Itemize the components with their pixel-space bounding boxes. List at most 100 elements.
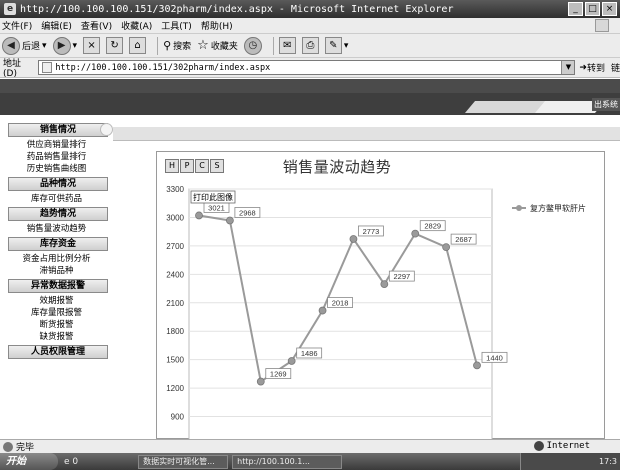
menu-bar: 文件(F) 编辑(E) 查看(V) 收藏(A) 工具(T) 帮助(H) [0, 18, 620, 34]
chevron-down-icon[interactable]: ▼ [561, 61, 575, 74]
sidebar-item-stock-limit-alarm[interactable]: 库存量限报警 [0, 307, 113, 319]
address-label: 地址(D) [3, 59, 22, 79]
data-label: 2687 [455, 235, 472, 244]
menu-tools[interactable]: 工具(T) [161, 19, 192, 32]
data-point [225, 216, 234, 225]
search-button[interactable]: ⚲ 搜索 [163, 39, 191, 52]
sidebar-item-history-curve[interactable]: 历史销售曲线图 [0, 163, 113, 175]
content-tab-strip [113, 127, 620, 141]
y-tick-label: 3000 [166, 213, 184, 222]
page-header-banner: 出系统 [0, 79, 620, 115]
ie-logo-icon: e [4, 3, 16, 15]
home-button[interactable]: ⌂ [129, 37, 147, 54]
star-icon: ☆ [197, 38, 209, 53]
history-icon: ◷ [243, 36, 262, 55]
start-button[interactable]: 开始 [0, 453, 58, 470]
browser-toolbar: ◀ 后退 ▾ ▶ ▾ × ↻ ⌂ ⚲ 搜索 ☆ 收藏夹 ◷ ✉ ⎙ ✎ ▾ [0, 34, 620, 58]
chevron-down-icon: ▾ [72, 40, 78, 51]
menu-file[interactable]: 文件(F) [2, 19, 32, 32]
sidebar-item-stock-available[interactable]: 库存可供药品 [0, 193, 113, 205]
data-label: 2968 [239, 208, 256, 217]
chevron-down-icon: ▾ [42, 40, 47, 51]
back-button[interactable]: ◀ 后退 ▾ [2, 36, 47, 55]
go-button[interactable]: ➜ 转到 链 [579, 61, 620, 75]
go-arrow-icon: ➜ [579, 62, 587, 73]
section-alarms[interactable]: 异常数据报警 [8, 279, 108, 293]
search-label: 搜索 [173, 42, 192, 52]
favorites-label: 收藏夹 [210, 42, 238, 52]
maximize-button[interactable]: □ [585, 2, 600, 16]
print-icon[interactable]: P [180, 159, 194, 173]
taskbar: 开始 e 0 数据实时可视化管... http://100.100.1... 1… [0, 453, 620, 470]
menu-edit[interactable]: 编辑(E) [41, 19, 72, 32]
sidebar-item-sales-trend[interactable]: 销售量波动趋势 [0, 223, 113, 235]
save-icon[interactable]: H [165, 159, 179, 173]
status-bar: 完毕 Internet [0, 439, 620, 453]
menu-favorites[interactable]: 收藏(A) [121, 19, 152, 32]
chart-toolbar: H P C S [165, 159, 224, 173]
settings-icon[interactable]: S [210, 159, 224, 173]
data-label: 2018 [332, 299, 349, 308]
refresh-button[interactable]: ↻ [106, 37, 124, 54]
data-point [473, 361, 481, 370]
main-content: 3300300027002400210018001500120090060030… [113, 121, 620, 440]
header-band [0, 79, 620, 93]
copy-icon[interactable]: C [195, 159, 209, 173]
zone-label: Internet [546, 441, 590, 451]
clock: 17:3 [599, 457, 617, 466]
page-icon [42, 62, 53, 73]
section-trend[interactable]: 趋势情况 [8, 207, 108, 221]
menu-view[interactable]: 查看(V) [81, 19, 112, 32]
data-point [380, 280, 389, 288]
sidebar-item-drug-ranking[interactable]: 药品销售量排行 [0, 151, 113, 163]
print-button[interactable]: ⎙ [301, 37, 319, 54]
window-title: http://100.100.100.151/302pharm/index.as… [20, 3, 454, 15]
section-inventory-funds[interactable]: 库存资金 [8, 237, 108, 251]
close-button[interactable]: × [602, 2, 617, 16]
exit-system-link[interactable]: 出系统 [592, 98, 620, 111]
print-image-button[interactable]: 打印此图像 [193, 192, 233, 202]
taskbar-item-dashboard[interactable]: 数据实时可视化管... [138, 454, 229, 469]
links-label[interactable]: 链 [611, 61, 620, 74]
data-label: 1440 [486, 353, 503, 362]
minimize-button[interactable]: _ [568, 2, 583, 16]
sidebar-item-slow-moving[interactable]: 滞销品种 [0, 265, 113, 277]
sidebar: 销售情况 供应商销量排行 药品销售量排行 历史销售曲线图 品种情况 库存可供药品… [0, 121, 113, 439]
data-label: 3021 [208, 203, 225, 212]
favorites-button[interactable]: ☆ 收藏夹 [197, 38, 238, 53]
plot-area [188, 188, 493, 440]
forward-arrow-icon: ▶ [52, 36, 71, 55]
sidebar-item-expiry-alarm[interactable]: 效期报警 [0, 295, 113, 307]
section-permissions[interactable]: 人员权限管理 [8, 345, 108, 359]
address-bar: 地址(D) http://100.100.100.151/302pharm/in… [0, 58, 620, 79]
edit-button[interactable]: ✎ ▾ [324, 37, 349, 54]
quick-launch[interactable]: e 0 [64, 457, 78, 467]
mail-icon: ✉ [278, 37, 296, 54]
stop-icon: × [83, 37, 101, 54]
y-tick-label: 900 [171, 413, 185, 422]
mail-button[interactable]: ✉ [278, 37, 296, 54]
chevron-down-icon: ▾ [343, 40, 349, 51]
y-tick-label: 1800 [166, 327, 184, 336]
address-url: http://100.100.100.151/302pharm/index.as… [55, 62, 271, 73]
stop-button[interactable]: × [83, 37, 101, 54]
edit-page-icon: ✎ [324, 37, 342, 54]
taskbar-item-ie-window[interactable]: http://100.100.1... [232, 454, 343, 469]
data-point [349, 235, 358, 243]
refresh-icon: ↻ [106, 37, 124, 54]
menu-help[interactable]: 帮助(H) [201, 19, 233, 32]
sidebar-item-shortage-alarm[interactable]: 缺货报警 [0, 331, 113, 343]
sidebar-item-fund-ratio[interactable]: 资金占用比例分析 [0, 253, 113, 265]
forward-button[interactable]: ▶ ▾ [52, 36, 78, 55]
address-input[interactable]: http://100.100.100.151/302pharm/index.as… [38, 60, 576, 75]
history-button[interactable]: ◷ [243, 36, 262, 55]
y-tick-label: 1200 [166, 384, 184, 393]
section-variety[interactable]: 品种情况 [8, 177, 108, 191]
sidebar-item-supplier-ranking[interactable]: 供应商销量排行 [0, 139, 113, 151]
section-sales[interactable]: 销售情况 [8, 123, 108, 137]
window-controls: _ □ × [568, 2, 617, 16]
data-label: 1486 [301, 349, 318, 358]
windows-flag-icon [595, 19, 609, 32]
collapse-toggle-icon[interactable] [100, 123, 113, 136]
sidebar-item-out-of-stock-alarm[interactable]: 断货报警 [0, 319, 113, 331]
